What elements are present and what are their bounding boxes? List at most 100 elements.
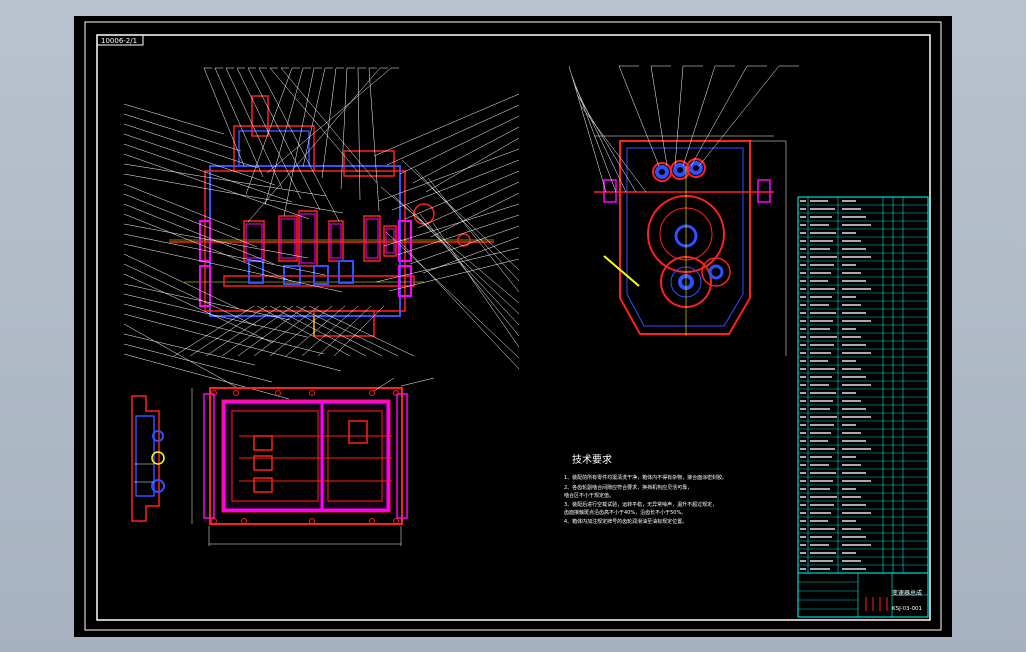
outer-frame	[84, 21, 942, 631]
title-block-name: 变速器总成	[892, 589, 922, 597]
drawing-line	[123, 213, 292, 282]
drawing-rect	[313, 265, 329, 285]
drawing-rect	[209, 165, 401, 317]
drawing-rect	[757, 179, 771, 203]
drawing-line	[308, 305, 415, 357]
drawing-line	[406, 204, 520, 326]
drawing-line	[568, 65, 607, 193]
drawing-line	[333, 305, 385, 357]
drawing-rect	[251, 95, 269, 137]
drawing-rect	[313, 310, 375, 337]
tech-requirements-text: 1、装配前所有零件均需清洗干净，箱体内不得有杂物，接合面涂密封胶。 2、各齿轮副…	[564, 474, 727, 525]
drawing-circle	[369, 518, 375, 524]
drawing-line	[603, 255, 640, 287]
drawing-line	[123, 263, 257, 327]
drawing-circle	[673, 163, 687, 177]
drawing-line	[301, 305, 359, 357]
drawing-circle	[708, 264, 724, 280]
drawing-line	[577, 95, 637, 193]
drawing-rect	[243, 220, 265, 262]
drawing-circle	[393, 518, 399, 524]
drawing-line	[690, 65, 748, 167]
drawing-rect	[280, 218, 296, 259]
drawing-line	[123, 283, 291, 321]
drawing-line	[123, 163, 327, 197]
drawing-line	[317, 305, 372, 357]
drawing-line	[400, 377, 435, 387]
parts-list-table	[797, 196, 929, 618]
drawing-circle	[689, 161, 703, 175]
drawing-circle	[275, 390, 281, 396]
drawing-line	[682, 65, 716, 167]
drawing-line	[580, 105, 647, 193]
drawing-line	[321, 67, 337, 179]
drawing-rect	[204, 170, 406, 312]
drawing-line	[357, 67, 361, 201]
drawing-circle	[369, 390, 375, 396]
svg-text:齿面接触斑点沿齿高不小于40%，沿齿长不小于50%。: 齿面接触斑点沿齿高不小于40%，沿齿长不小于50%。	[564, 509, 686, 516]
drawing-line	[123, 333, 256, 366]
drawing-rect	[327, 410, 383, 502]
drawing-line	[266, 67, 392, 174]
drawing-rect	[245, 223, 263, 259]
title-block-number: KSJ-03-001	[892, 606, 922, 612]
drawing-rect	[343, 150, 395, 177]
drawing-line	[123, 183, 241, 231]
drawing-line	[282, 305, 383, 357]
drawing-line	[123, 133, 276, 186]
drawing-line	[123, 243, 343, 293]
drawing-line	[123, 193, 258, 248]
drawing-line	[399, 115, 520, 175]
drawing-rect	[283, 265, 301, 285]
drawing-line	[650, 65, 668, 167]
drawing-circle	[309, 518, 315, 524]
drawing-rect	[365, 218, 379, 259]
svg-text:2、各齿轮副啮合间隙应符合要求，换挡机构应灵活可靠，: 2、各齿轮副啮合间隙应符合要求，换挡机构应灵活可靠，	[564, 484, 692, 491]
drawing-circle	[701, 257, 731, 287]
drawing-line	[414, 168, 520, 282]
drawing-rect	[330, 223, 342, 259]
tech-requirements-title: 技术要求	[572, 453, 612, 466]
drawing-line	[173, 305, 255, 357]
inner-frame	[96, 34, 931, 621]
drawing-circle	[233, 390, 239, 396]
drawing-line	[427, 177, 520, 293]
drawing-line	[388, 258, 520, 292]
drawing-line	[295, 305, 399, 357]
drawing-circle	[211, 518, 217, 524]
drawing-line	[123, 343, 273, 383]
drawing-line	[409, 225, 520, 265]
main-section-view	[123, 67, 520, 400]
drawing-line	[237, 305, 307, 357]
cad-drawing-canvas[interactable]: 10006-2/1 技术要求 1、装配前所有零件均需清洗干净，箱体内不得有杂物，…	[74, 16, 952, 637]
drawing-line	[368, 67, 380, 212]
detail-view	[131, 395, 165, 522]
drawing-line	[373, 377, 395, 392]
drawing-line	[269, 305, 367, 357]
cad-drawing-viewport[interactable]: 10006-2/1 技术要求 1、装配前所有零件均需清洗干净，箱体内不得有杂物，…	[74, 16, 952, 637]
drawing-line	[425, 137, 520, 193]
drawing-circle	[393, 390, 399, 396]
drawing-rect	[385, 228, 395, 254]
drawing-line	[419, 213, 520, 337]
svg-text:1、装配前所有零件均需清洗干净，箱体内不得有杂物，接合面涂密: 1、装配前所有零件均需清洗干净，箱体内不得有杂物，接合面涂密封胶。	[564, 474, 727, 481]
svg-text:3、装配后进行空载试验，运转平稳，无异常噪声，温升不超过规定: 3、装配后进行空载试验，运转平稳，无异常噪声，温升不超过规定，	[564, 501, 717, 508]
drawing-line	[123, 353, 290, 400]
svg-text:啮合区不小于规定值。: 啮合区不小于规定值。	[564, 492, 614, 499]
drawing-line	[618, 65, 660, 167]
drawing-line	[258, 67, 340, 222]
drawing-line	[396, 214, 520, 256]
drawing-rect	[338, 260, 354, 284]
drawing-line	[203, 67, 245, 167]
sheet-label: 10006-2/1	[101, 37, 137, 45]
drawing-line	[123, 113, 242, 152]
top-view	[191, 377, 435, 546]
drawing-line	[373, 93, 520, 157]
drawing-line	[698, 65, 780, 167]
drawing-line	[123, 273, 274, 344]
drawing-line	[205, 305, 281, 357]
drawing-circle	[655, 165, 669, 179]
drawing-circle	[241, 518, 247, 524]
side-section-view	[568, 65, 799, 356]
drawing-rect	[300, 213, 316, 264]
